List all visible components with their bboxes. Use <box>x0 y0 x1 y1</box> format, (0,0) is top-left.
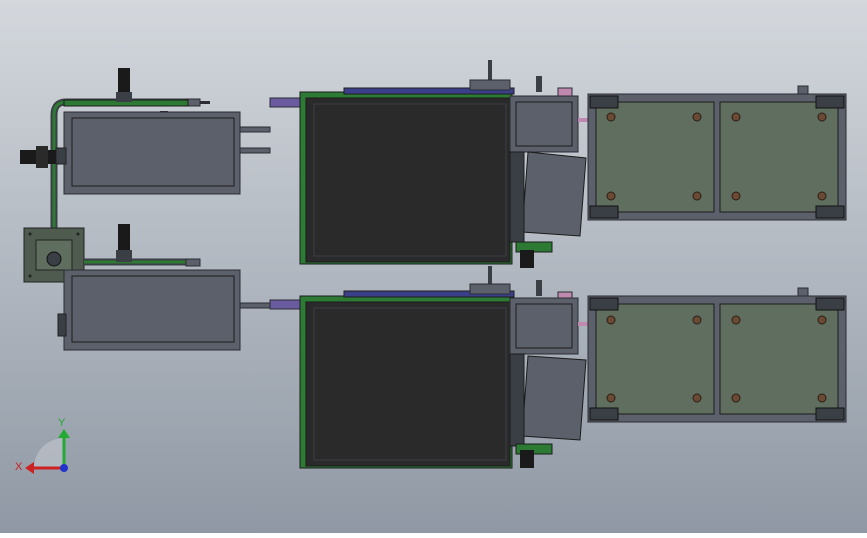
lower-left-housing[interactable] <box>57 269 271 351</box>
assembly-drawing[interactable]: Y X <box>0 0 867 533</box>
cad-viewport[interactable]: Y X <box>0 0 867 533</box>
y-axis-label: Y <box>58 417 66 429</box>
upper-right-plate-frame[interactable] <box>587 85 847 221</box>
x-axis-label: X <box>15 461 23 473</box>
lower-right-plate-frame[interactable] <box>587 287 847 423</box>
z-axis-dot <box>60 464 68 472</box>
